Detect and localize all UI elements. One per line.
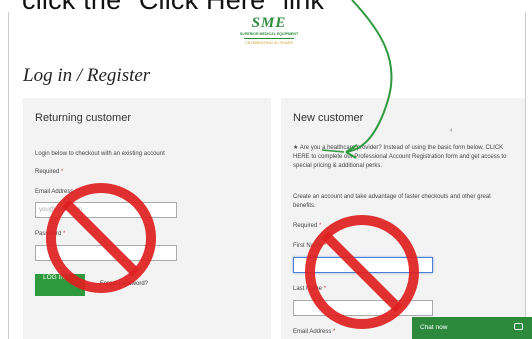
pointer-arrow-icon	[321, 0, 393, 159]
chat-now-button[interactable]: Chat now	[412, 317, 532, 339]
chat-label: Chat now	[420, 324, 448, 331]
chat-bubble-icon	[514, 323, 523, 330]
